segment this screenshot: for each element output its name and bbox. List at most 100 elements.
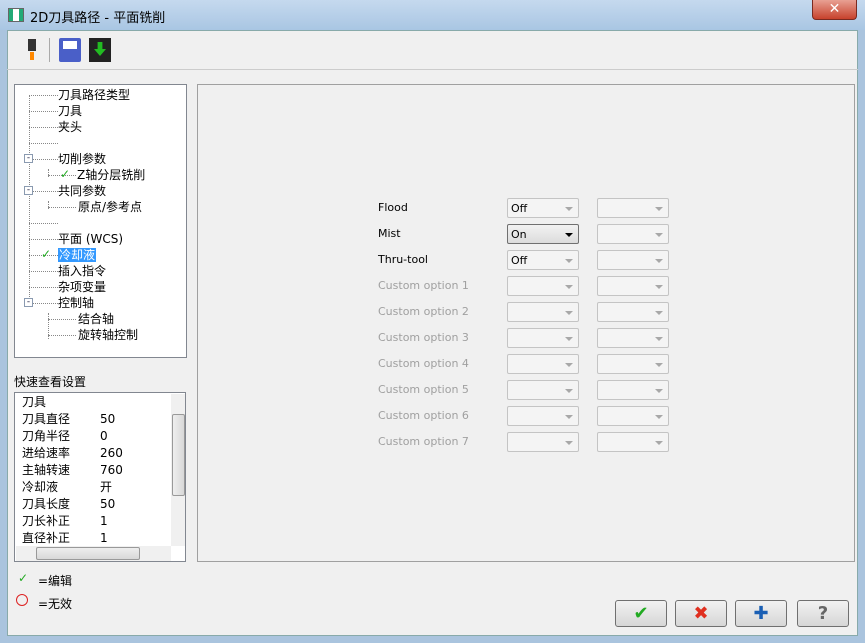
coolant-value-dropdown[interactable]: On bbox=[507, 224, 579, 244]
coolant-panel bbox=[197, 84, 855, 562]
setting-value: 50 bbox=[100, 412, 116, 426]
chevron-down-icon bbox=[655, 259, 663, 263]
close-button[interactable]: ✕ bbox=[812, 0, 857, 20]
setting-name: 主轴转速 bbox=[22, 463, 71, 477]
dropdown-value: Off bbox=[511, 202, 528, 215]
app-icon bbox=[8, 8, 24, 22]
add-button[interactable]: ✚ bbox=[735, 600, 787, 627]
tree-item-label: 插入指令 bbox=[58, 264, 107, 278]
coolant-value-dropdown[interactable]: Off bbox=[507, 198, 579, 218]
collapse-icon[interactable]: - bbox=[24, 298, 33, 307]
coolant-secondary-dropdown[interactable] bbox=[597, 224, 669, 244]
coolant-secondary-dropdown[interactable] bbox=[597, 380, 669, 400]
chevron-down-icon bbox=[655, 389, 663, 393]
tree-item[interactable]: 刀具路径类型 bbox=[58, 87, 130, 103]
tree-item[interactable]: 切削参数 bbox=[58, 151, 106, 167]
save-load-icon[interactable] bbox=[89, 38, 111, 62]
tool-icon[interactable] bbox=[21, 38, 43, 62]
legend-edited: =编辑 bbox=[38, 574, 73, 588]
tree-item-label: 结合轴 bbox=[78, 312, 115, 326]
coolant-secondary-dropdown[interactable] bbox=[597, 432, 669, 452]
coolant-value-dropdown[interactable] bbox=[507, 302, 579, 322]
tree-item[interactable]: 原点/参考点 bbox=[78, 199, 142, 215]
tree-item-label: 冷却液 bbox=[58, 248, 97, 262]
coolant-value-dropdown[interactable] bbox=[507, 406, 579, 426]
tree-item-label: 夹头 bbox=[58, 120, 83, 134]
save-icon[interactable] bbox=[59, 38, 81, 62]
tree-item[interactable]: 控制轴 bbox=[58, 295, 94, 311]
tree-item[interactable]: 旋转轴控制 bbox=[78, 327, 138, 343]
coolant-secondary-dropdown[interactable] bbox=[597, 276, 669, 296]
setting-name: 冷却液 bbox=[22, 480, 59, 494]
coolant-secondary-dropdown[interactable] bbox=[597, 198, 669, 218]
coolant-value-dropdown[interactable] bbox=[507, 276, 579, 296]
chevron-down-icon bbox=[655, 337, 663, 341]
cancel-button[interactable]: ✖ bbox=[675, 600, 727, 627]
quick-view-row: 直径补正 1 bbox=[22, 530, 108, 547]
scroll-thumb[interactable] bbox=[172, 414, 185, 496]
coolant-value-dropdown[interactable] bbox=[507, 432, 579, 452]
tree-item[interactable]: 平面 (WCS) bbox=[58, 231, 123, 247]
dropdown-value: On bbox=[511, 228, 527, 241]
chevron-down-icon bbox=[655, 285, 663, 289]
title-bar: 2D刀具路径 - 平面铣削 ✕ bbox=[0, 0, 865, 30]
horizontal-scrollbar[interactable] bbox=[16, 546, 171, 561]
tree-item[interactable]: 夹头 bbox=[58, 119, 82, 135]
coolant-option-label: Custom option 3 bbox=[378, 331, 469, 344]
chevron-down-icon bbox=[565, 389, 573, 393]
setting-name: 刀长补正 bbox=[22, 514, 71, 528]
coolant-secondary-dropdown[interactable] bbox=[597, 354, 669, 374]
tree-item-label: 刀具 bbox=[58, 104, 83, 118]
setting-value: 0 bbox=[100, 429, 108, 443]
tree-item[interactable]: 冷却液 bbox=[58, 247, 97, 263]
scroll-thumb[interactable] bbox=[36, 547, 140, 560]
tree-item-label: 切削参数 bbox=[58, 152, 107, 166]
chevron-down-icon bbox=[565, 363, 573, 367]
setting-value: 开 bbox=[100, 480, 113, 494]
setting-name: 刀具长度 bbox=[22, 497, 71, 511]
setting-name: 刀具直径 bbox=[22, 412, 71, 426]
setting-value: 260 bbox=[100, 446, 123, 460]
coolant-secondary-dropdown[interactable] bbox=[597, 328, 669, 348]
coolant-option-label: Custom option 7 bbox=[378, 435, 469, 448]
setting-name: 进给速率 bbox=[22, 446, 71, 460]
chevron-down-icon bbox=[655, 207, 663, 211]
ok-button[interactable]: ✔ bbox=[615, 600, 667, 627]
tree-item-label: 共同参数 bbox=[58, 184, 107, 198]
edited-check-icon: ✓ bbox=[41, 247, 52, 261]
coolant-value-dropdown[interactable]: Off bbox=[507, 250, 579, 270]
tree-item[interactable]: 杂项变量 bbox=[58, 279, 106, 295]
coolant-secondary-dropdown[interactable] bbox=[597, 406, 669, 426]
help-button[interactable]: ? bbox=[797, 600, 849, 627]
coolant-value-dropdown[interactable] bbox=[507, 354, 579, 374]
tree-item[interactable]: 插入指令 bbox=[58, 263, 106, 279]
vertical-scrollbar[interactable] bbox=[171, 394, 185, 546]
toolbar bbox=[7, 30, 858, 70]
coolant-secondary-dropdown[interactable] bbox=[597, 302, 669, 322]
window-title: 2D刀具路径 - 平面铣削 bbox=[30, 11, 166, 26]
chevron-down-icon bbox=[565, 285, 573, 289]
parameter-tree: (function(){ const ys=[10,26,42,58,74,90… bbox=[14, 84, 187, 358]
legend-disabled: =无效 bbox=[38, 597, 73, 611]
setting-name: 刀角半径 bbox=[22, 429, 71, 443]
tree-item-label: 控制轴 bbox=[58, 296, 95, 310]
tree-item[interactable]: Z轴分层铣削 bbox=[77, 167, 145, 183]
coolant-value-dropdown[interactable] bbox=[507, 380, 579, 400]
chevron-down-icon bbox=[565, 233, 573, 237]
chevron-down-icon bbox=[565, 311, 573, 315]
collapse-icon[interactable]: - bbox=[24, 186, 33, 195]
tree-item-label: 刀具路径类型 bbox=[58, 88, 131, 102]
chevron-down-icon bbox=[655, 311, 663, 315]
tree-item[interactable]: 刀具 bbox=[58, 103, 82, 119]
tree-item[interactable]: 结合轴 bbox=[78, 311, 114, 327]
coolant-value-dropdown[interactable] bbox=[507, 328, 579, 348]
dropdown-value: Off bbox=[511, 254, 528, 267]
chevron-down-icon bbox=[565, 441, 573, 445]
collapse-icon[interactable]: - bbox=[24, 154, 33, 163]
coolant-option-label: Custom option 2 bbox=[378, 305, 469, 318]
tree-item-label: 旋转轴控制 bbox=[78, 328, 139, 342]
coolant-secondary-dropdown[interactable] bbox=[597, 250, 669, 270]
tree-item[interactable]: 共同参数 bbox=[58, 183, 106, 199]
chevron-down-icon bbox=[655, 363, 663, 367]
coolant-option-label: Custom option 4 bbox=[378, 357, 469, 370]
